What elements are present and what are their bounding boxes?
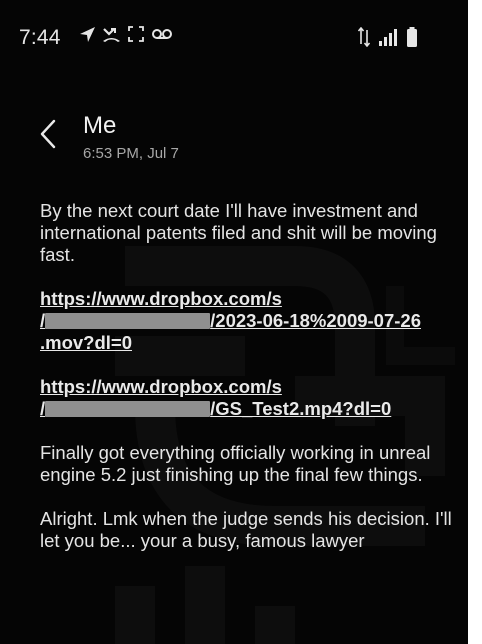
signal-icon bbox=[379, 28, 397, 46]
link-suffix: /2023-06-18%2009-07-26 bbox=[210, 310, 421, 331]
link-line[interactable]: https://www.dropbox.com/s bbox=[40, 376, 460, 398]
link-line[interactable]: //GS_Test2.mp4?dl=0 bbox=[40, 398, 460, 420]
dropbox-link-1[interactable]: https://www.dropbox.com/s //2023-06-18%2… bbox=[40, 288, 460, 354]
conversation-timestamp: 6:53 PM, Jul 7 bbox=[83, 145, 179, 162]
screenshot-icon bbox=[128, 26, 144, 42]
link-line[interactable]: //2023-06-18%2009-07-26 bbox=[40, 310, 460, 332]
messages-screen: 7:44 Me 6:53 PM, Jul 7 By the next court… bbox=[0, 0, 468, 644]
navigation-arrow-icon bbox=[80, 26, 95, 42]
data-arrows-icon bbox=[358, 27, 370, 47]
status-icons-right bbox=[358, 27, 418, 47]
status-bar: 7:44 bbox=[0, 0, 468, 80]
link-line[interactable]: .mov?dl=0 bbox=[40, 332, 460, 354]
status-time: 7:44 bbox=[19, 26, 61, 49]
message-bubble: Alright. Lmk when the judge sends his de… bbox=[40, 508, 452, 551]
redacted-block bbox=[45, 401, 211, 417]
conversation-title: Me bbox=[83, 112, 117, 139]
message-bubble: Finally got everything officially workin… bbox=[40, 442, 431, 485]
voicemail-icon bbox=[152, 29, 172, 39]
battery-icon bbox=[407, 27, 417, 47]
redacted-block bbox=[45, 313, 211, 329]
message-list: By the next court date I'll have investm… bbox=[40, 200, 460, 552]
dropbox-link-2[interactable]: https://www.dropbox.com/s //GS_Test2.mp4… bbox=[40, 376, 460, 420]
message-bubble: By the next court date I'll have investm… bbox=[40, 200, 437, 265]
back-arrow-icon[interactable] bbox=[36, 118, 60, 150]
page-margin bbox=[468, 0, 482, 644]
link-suffix: /GS_Test2.mp4?dl=0 bbox=[210, 398, 392, 419]
link-line[interactable]: https://www.dropbox.com/s bbox=[40, 288, 460, 310]
missed-call-icon bbox=[103, 27, 120, 42]
status-icons-left bbox=[79, 25, 173, 43]
